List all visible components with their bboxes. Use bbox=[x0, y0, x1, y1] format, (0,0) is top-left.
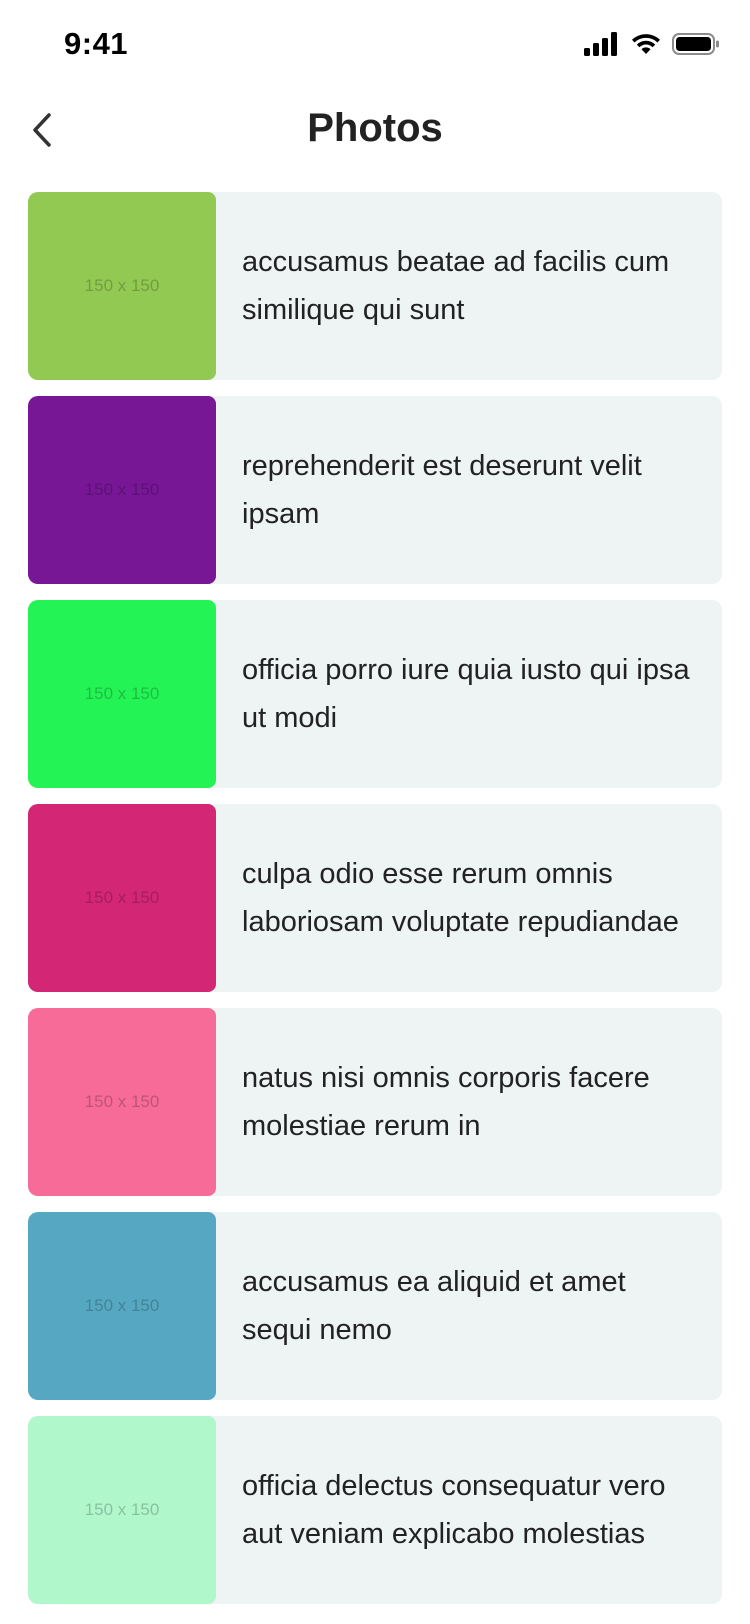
photo-thumbnail: 150 x 150 bbox=[28, 1416, 216, 1604]
photo-title: accusamus beatae ad facilis cum similiqu… bbox=[242, 246, 670, 326]
photo-list-item[interactable]: 150 x 150 officia porro iure quia iusto … bbox=[28, 600, 722, 788]
photo-title: culpa odio esse rerum omnis laboriosam v… bbox=[242, 858, 679, 938]
page-title: Photos bbox=[307, 106, 443, 150]
photo-thumbnail: 150 x 150 bbox=[28, 192, 216, 380]
status-time: 9:41 bbox=[64, 26, 129, 61]
photo-list-item[interactable]: 150 x 150 reprehenderit est deserunt vel… bbox=[28, 396, 722, 584]
battery-icon bbox=[672, 32, 720, 61]
photo-thumbnail: 150 x 150 bbox=[28, 600, 216, 788]
photo-list-item[interactable]: 150 x 150 accusamus ea aliquid et amet s… bbox=[28, 1212, 722, 1400]
photo-thumbnail: 150 x 150 bbox=[28, 804, 216, 992]
photo-list-item[interactable]: 150 x 150 natus nisi omnis corporis face… bbox=[28, 1008, 722, 1196]
photo-title: reprehenderit est deserunt velit ipsam bbox=[242, 450, 642, 530]
photo-thumbnail: 150 x 150 bbox=[28, 1008, 216, 1196]
status-icons bbox=[584, 32, 720, 61]
photo-title: natus nisi omnis corporis facere molesti… bbox=[242, 1062, 650, 1142]
cellular-signal-icon bbox=[584, 32, 620, 61]
photo-title: accusamus ea aliquid et amet sequi nemo bbox=[242, 1266, 626, 1346]
navigation-bar: Photos bbox=[0, 92, 750, 174]
photo-list-item[interactable]: 150 x 150 accusamus beatae ad facilis cu… bbox=[28, 192, 722, 380]
photo-title: officia delectus consequatur vero aut ve… bbox=[242, 1470, 666, 1550]
status-bar: 9:41 bbox=[0, 0, 750, 92]
photo-list-item[interactable]: 150 x 150 officia delectus consequatur v… bbox=[28, 1416, 722, 1604]
photo-list: 150 x 150 accusamus beatae ad facilis cu… bbox=[28, 192, 722, 1620]
wifi-icon bbox=[630, 32, 662, 61]
photo-title: officia porro iure quia iusto qui ipsa u… bbox=[242, 654, 690, 734]
photo-thumbnail: 150 x 150 bbox=[28, 396, 216, 584]
photo-thumbnail: 150 x 150 bbox=[28, 1212, 216, 1400]
photo-list-item[interactable]: 150 x 150 culpa odio esse rerum omnis la… bbox=[28, 804, 722, 992]
